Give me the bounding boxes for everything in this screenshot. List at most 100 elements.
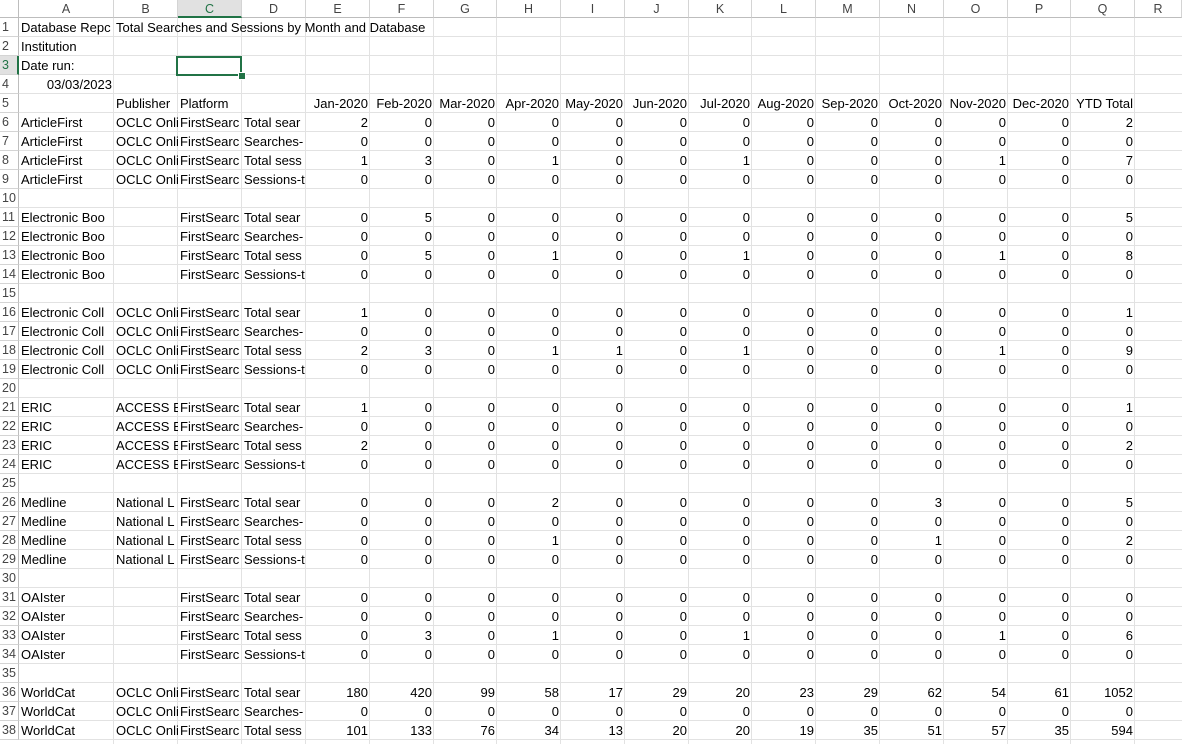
value-cell[interactable]: 0 xyxy=(752,455,816,474)
value-cell[interactable]: 0 xyxy=(434,645,497,664)
value-cell[interactable]: 0 xyxy=(497,322,561,341)
value-cell[interactable]: 0 xyxy=(497,113,561,132)
metric-type-cell[interactable]: Total sess xyxy=(242,246,306,265)
metric-type-cell[interactable]: Total sear xyxy=(242,113,306,132)
value-cell[interactable]: 0 xyxy=(434,493,497,512)
platform-cell[interactable]: FirstSearc xyxy=(178,151,242,170)
value-cell[interactable]: 0 xyxy=(816,417,880,436)
value-cell[interactable]: 6 xyxy=(1071,626,1135,645)
value-cell[interactable]: 0 xyxy=(944,170,1008,189)
value-cell[interactable]: 0 xyxy=(370,360,434,379)
value-cell[interactable]: 0 xyxy=(306,493,370,512)
metric-type-cell[interactable]: Searches- xyxy=(242,607,306,626)
value-cell[interactable]: 0 xyxy=(434,588,497,607)
column-header-p[interactable]: P xyxy=(1008,0,1071,18)
value-cell[interactable]: 0 xyxy=(625,550,689,569)
value-cell[interactable]: 0 xyxy=(816,607,880,626)
metric-type-cell[interactable]: Total sear xyxy=(242,588,306,607)
value-cell[interactable]: 0 xyxy=(1008,417,1071,436)
row-header-33[interactable]: 33 xyxy=(0,626,19,645)
database-cell[interactable]: OAIster xyxy=(19,626,114,645)
value-cell[interactable]: 0 xyxy=(370,493,434,512)
value-cell[interactable]: 0 xyxy=(434,702,497,721)
value-cell[interactable]: 0 xyxy=(816,265,880,284)
value-cell[interactable]: 0 xyxy=(1008,626,1071,645)
value-cell[interactable]: 0 xyxy=(497,303,561,322)
value-cell[interactable]: 0 xyxy=(816,645,880,664)
value-cell[interactable]: 0 xyxy=(370,265,434,284)
value-cell[interactable]: 0 xyxy=(370,588,434,607)
row-header-5[interactable]: 5 xyxy=(0,94,19,113)
month-header-cell[interactable]: YTD Total xyxy=(1071,94,1135,113)
metric-type-cell[interactable]: Total sess xyxy=(242,531,306,550)
column-header-h[interactable]: H xyxy=(497,0,561,18)
row-header-2[interactable]: 2 xyxy=(0,37,19,56)
value-cell[interactable]: 0 xyxy=(1008,531,1071,550)
value-cell[interactable]: 0 xyxy=(1008,455,1071,474)
value-cell[interactable]: 99 xyxy=(434,683,497,702)
value-cell[interactable]: 0 xyxy=(434,208,497,227)
row-header-24[interactable]: 24 xyxy=(0,455,19,474)
value-cell[interactable]: 0 xyxy=(625,246,689,265)
column-header-l[interactable]: L xyxy=(752,0,816,18)
metric-type-cell[interactable]: Searches- xyxy=(242,702,306,721)
value-cell[interactable]: 35 xyxy=(1008,721,1071,740)
platform-cell[interactable]: FirstSearc xyxy=(178,360,242,379)
column-header-r[interactable]: R xyxy=(1135,0,1182,18)
value-cell[interactable]: 8 xyxy=(1071,246,1135,265)
row-header-1[interactable]: 1 xyxy=(0,18,19,37)
value-cell[interactable]: 0 xyxy=(816,455,880,474)
value-cell[interactable]: 0 xyxy=(1008,227,1071,246)
publisher-cell[interactable]: OCLC Onli xyxy=(114,322,178,341)
column-header-m[interactable]: M xyxy=(816,0,880,18)
value-cell[interactable]: 0 xyxy=(689,322,752,341)
row-header-18[interactable]: 18 xyxy=(0,341,19,360)
database-cell[interactable]: ArticleFirst xyxy=(19,132,114,151)
metric-type-cell[interactable]: Total sear xyxy=(242,683,306,702)
value-cell[interactable]: 0 xyxy=(752,626,816,645)
value-cell[interactable]: 0 xyxy=(816,208,880,227)
value-cell[interactable]: 1 xyxy=(306,303,370,322)
value-cell[interactable]: 20 xyxy=(689,721,752,740)
value-cell[interactable]: 0 xyxy=(370,132,434,151)
metric-type-cell[interactable]: Total sear xyxy=(242,493,306,512)
value-cell[interactable]: 0 xyxy=(816,531,880,550)
value-cell[interactable]: 0 xyxy=(561,208,625,227)
value-cell[interactable]: 0 xyxy=(497,360,561,379)
row-header-36[interactable]: 36 xyxy=(0,683,19,702)
metric-type-cell[interactable]: Sessions-t xyxy=(242,265,306,284)
value-cell[interactable]: 0 xyxy=(434,360,497,379)
value-cell[interactable]: 1 xyxy=(689,626,752,645)
platform-cell[interactable]: FirstSearc xyxy=(178,455,242,474)
value-cell[interactable]: 0 xyxy=(306,170,370,189)
value-cell[interactable]: 0 xyxy=(689,512,752,531)
value-cell[interactable]: 0 xyxy=(944,132,1008,151)
value-cell[interactable]: 0 xyxy=(752,341,816,360)
value-cell[interactable]: 0 xyxy=(1071,132,1135,151)
value-cell[interactable]: 0 xyxy=(816,626,880,645)
database-cell[interactable]: OAIster xyxy=(19,588,114,607)
value-cell[interactable]: 0 xyxy=(752,265,816,284)
value-cell[interactable]: 0 xyxy=(434,341,497,360)
value-cell[interactable]: 1 xyxy=(306,398,370,417)
publisher-cell[interactable]: National L xyxy=(114,512,178,531)
value-cell[interactable]: 0 xyxy=(497,170,561,189)
value-cell[interactable]: 0 xyxy=(689,398,752,417)
value-cell[interactable]: 0 xyxy=(561,227,625,246)
value-cell[interactable]: 0 xyxy=(1008,493,1071,512)
month-header-cell[interactable]: Feb-2020 xyxy=(370,94,434,113)
value-cell[interactable]: 420 xyxy=(370,683,434,702)
value-cell[interactable]: 5 xyxy=(370,246,434,265)
select-all-corner[interactable] xyxy=(0,0,19,18)
value-cell[interactable]: 1 xyxy=(944,626,1008,645)
value-cell[interactable]: 0 xyxy=(434,512,497,531)
value-cell[interactable]: 0 xyxy=(944,436,1008,455)
value-cell[interactable]: 0 xyxy=(689,360,752,379)
value-cell[interactable]: 0 xyxy=(816,436,880,455)
value-cell[interactable]: 0 xyxy=(1071,417,1135,436)
value-cell[interactable]: 2 xyxy=(1071,436,1135,455)
month-header-cell[interactable]: Jun-2020 xyxy=(625,94,689,113)
publisher-cell[interactable]: OCLC Onli xyxy=(114,132,178,151)
value-cell[interactable]: 0 xyxy=(752,113,816,132)
value-cell[interactable]: 0 xyxy=(561,702,625,721)
